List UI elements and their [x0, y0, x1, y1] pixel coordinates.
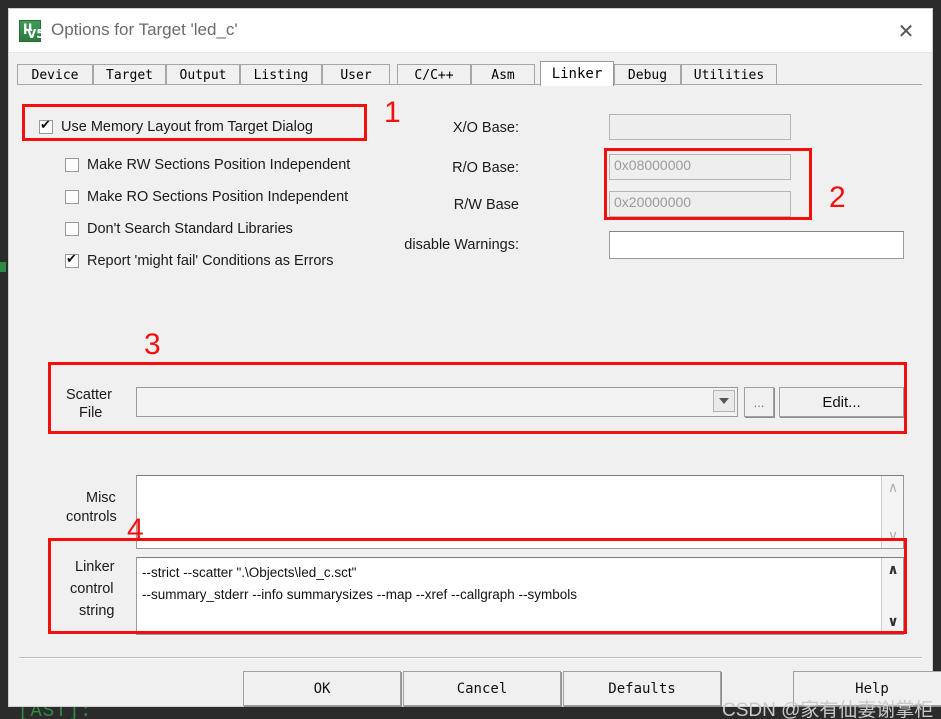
title-bar: µ V5 Options for Target 'led_c' ✕ [9, 9, 932, 53]
scroll-down-icon[interactable]: ∨ [882, 526, 903, 546]
defaults-button[interactable]: Defaults [563, 671, 721, 706]
rw-base-input[interactable]: 0x20000000 [609, 191, 791, 217]
scatter-browse-button[interactable]: ... [744, 387, 774, 417]
disable-warnings-label: disable Warnings: [404, 237, 519, 253]
checkbox-label-make-rw-position-independent: Make RW Sections Position Independent [87, 157, 351, 173]
tab-user[interactable]: User [322, 64, 390, 85]
misc-controls-textarea[interactable]: ∧ ∨ [136, 475, 904, 549]
xo-base-input[interactable] [609, 114, 791, 140]
ok-button[interactable]: OK [243, 671, 401, 706]
chevron-down-icon[interactable] [713, 390, 735, 412]
disable-warnings-input[interactable] [609, 231, 904, 259]
scroll-up-icon[interactable]: ∧ [882, 478, 903, 498]
editor-background-marker [0, 262, 6, 272]
misc-controls-label-line2: controls [66, 509, 117, 525]
tab-asm[interactable]: Asm [471, 64, 535, 85]
ro-base-label: R/O Base: [452, 160, 519, 176]
scatter-file-combo[interactable] [136, 387, 738, 417]
scroll-up-icon[interactable]: ∧ [882, 560, 903, 580]
window-title: Options for Target 'led_c' [51, 20, 238, 39]
linker-control-label-line3: string [79, 603, 115, 619]
xo-base-label: X/O Base: [452, 120, 519, 136]
checkbox-label-use-memory-layout: Use Memory Layout from Target Dialog [61, 119, 313, 135]
rw-base-label: R/W Base [453, 197, 519, 213]
tab-target[interactable]: Target [93, 64, 166, 85]
scatter-file-label-line1: Scatter [66, 387, 112, 403]
checkbox-label-dont-search-standard-libraries: Don't Search Standard Libraries [87, 221, 293, 237]
checkbox-box-make-ro-position-independent[interactable] [65, 190, 79, 204]
tab-output[interactable]: Output [166, 64, 240, 85]
linker-control-textarea[interactable]: --strict --scatter ".\Objects\led_c.sct"… [136, 557, 904, 635]
watermark: CSDN @家有仙妻谢掌柜 [722, 700, 934, 719]
checkbox-box-dont-search-standard-libraries[interactable] [65, 222, 79, 236]
icon-v5-glyph: V5 [27, 27, 45, 41]
checkbox-box-report-might-fail[interactable] [65, 252, 79, 268]
linker-control-label-line1: Linker [75, 559, 115, 575]
linker-control-text-line1: --strict --scatter ".\Objects\led_c.sct" [142, 565, 357, 580]
close-icon[interactable]: ✕ [880, 9, 932, 52]
checkbox-box-make-rw-position-independent[interactable] [65, 158, 79, 172]
cancel-button[interactable]: Cancel [403, 671, 561, 706]
scatter-file-label-line2: File [79, 405, 103, 421]
scatter-edit-button[interactable]: Edit... [779, 387, 904, 417]
linker-control-scrollbar[interactable]: ∧ ∨ [881, 558, 903, 634]
tab-linker[interactable]: Linker [540, 61, 614, 86]
linker-control-label-line2: control [70, 581, 114, 597]
tab-debug[interactable]: Debug [614, 64, 681, 85]
tab-device[interactable]: Device [17, 64, 93, 85]
tab-listing[interactable]: Listing [240, 64, 322, 85]
linker-control-text-line2: --summary_stderr --info summarysizes --m… [142, 587, 578, 602]
misc-controls-scrollbar[interactable]: ∧ ∨ [881, 476, 903, 548]
footer-divider [19, 657, 922, 659]
keil-uvision5-icon: µ V5 [19, 20, 45, 42]
screenshot-root: [AST]: µ V5 Options for Target 'led_c' ✕… [0, 0, 941, 719]
tab-utilities[interactable]: Utilities [681, 64, 777, 85]
tab-bar: Device Target Output Listing User C/C++ … [17, 61, 922, 86]
misc-controls-label-line1: Misc [86, 490, 116, 506]
checkbox-box-use-memory-layout[interactable] [39, 118, 53, 134]
ro-base-input[interactable]: 0x08000000 [609, 154, 791, 180]
checkbox-label-report-might-fail: Report 'might fail' Conditions as Errors [87, 253, 334, 269]
checkbox-label-make-ro-position-independent: Make RO Sections Position Independent [87, 189, 349, 205]
tab-underline [17, 84, 922, 85]
options-dialog: µ V5 Options for Target 'led_c' ✕ Device… [8, 8, 941, 719]
scroll-down-icon[interactable]: ∨ [882, 612, 903, 632]
tab-cpp[interactable]: C/C++ [397, 64, 471, 85]
